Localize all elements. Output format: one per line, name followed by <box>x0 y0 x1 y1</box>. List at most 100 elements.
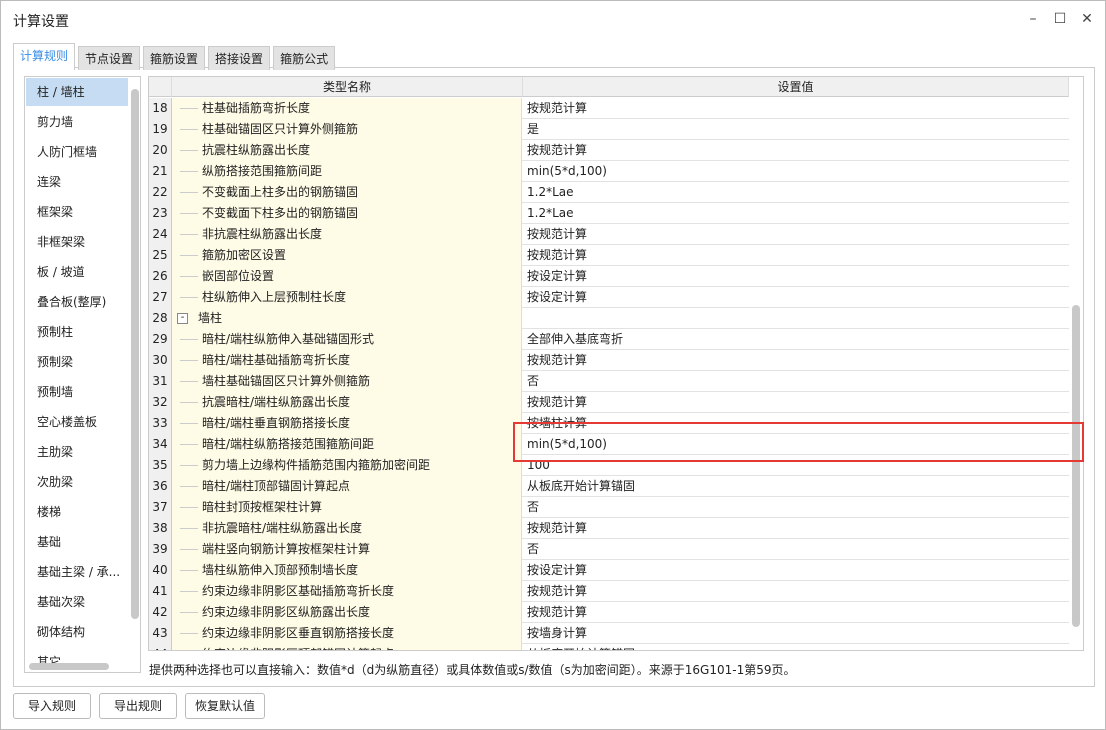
maximize-button[interactable]: ☐ <box>1048 7 1072 31</box>
setting-value-cell[interactable]: 按设定计算 <box>523 560 1069 581</box>
table-row[interactable]: 28 - 墙柱 <box>149 308 1069 329</box>
row-number: 36 <box>149 476 172 497</box>
row-number: 38 <box>149 518 172 539</box>
setting-value-cell[interactable] <box>523 308 1069 329</box>
setting-value-cell[interactable]: 按规范计算 <box>523 581 1069 602</box>
table-row[interactable]: 26 嵌固部位设置 按设定计算 <box>149 266 1069 287</box>
sidebar-item[interactable]: 空心楼盖板 <box>26 408 128 436</box>
type-name: 墙柱基础锚固区只计算外侧箍筋 <box>202 374 371 388</box>
list-horizontal-scrollbar[interactable] <box>29 663 109 670</box>
table-row[interactable]: 42 约束边缘非阴影区纵筋露出长度 按规范计算 <box>149 602 1069 623</box>
setting-value-cell[interactable]: 按墙身计算 <box>523 623 1069 644</box>
row-number: 22 <box>149 182 172 203</box>
table-row[interactable]: 24 非抗震柱纵筋露出长度 按规范计算 <box>149 224 1069 245</box>
sidebar-item[interactable]: 基础 <box>26 528 128 556</box>
table-row[interactable]: 37 暗柱封顶按框架柱计算 否 <box>149 497 1069 518</box>
setting-value-cell[interactable]: 按规范计算 <box>523 392 1069 413</box>
sidebar-item[interactable]: 人防门框墙 <box>26 138 128 166</box>
setting-value-cell[interactable]: 按规范计算 <box>523 350 1069 371</box>
sidebar-item[interactable]: 非框架梁 <box>26 228 128 256</box>
setting-value-cell[interactable]: 按规范计算 <box>523 518 1069 539</box>
list-vertical-scrollbar[interactable] <box>131 89 139 619</box>
restore-defaults-button[interactable]: 恢复默认值 <box>185 693 265 719</box>
setting-value-cell[interactable]: 按规范计算 <box>523 224 1069 245</box>
table-row[interactable]: 32 抗震暗柱/端柱纵筋露出长度 按规范计算 <box>149 392 1069 413</box>
setting-value-cell[interactable]: 按规范计算 <box>523 98 1069 119</box>
table-row[interactable]: 44 约束边缘非阴影区顶部锚固计算起点 从板底开始计算锚固 <box>149 644 1069 650</box>
row-number: 34 <box>149 434 172 455</box>
sidebar-item[interactable]: 楼梯 <box>26 498 128 526</box>
sidebar-item[interactable]: 板 / 坡道 <box>26 258 128 286</box>
type-name-cell: 暗柱/端柱基础插筋弯折长度 <box>172 350 522 371</box>
sidebar-item[interactable]: 预制梁 <box>26 348 128 376</box>
setting-value-cell[interactable]: 按规范计算 <box>523 602 1069 623</box>
minimize-button[interactable]: – <box>1021 7 1045 31</box>
row-number: 44 <box>149 644 172 650</box>
table-row[interactable]: 19 柱基础锚固区只计算外侧箍筋 是 <box>149 119 1069 140</box>
type-name-cell: 端柱竖向钢筋计算按框架柱计算 <box>172 539 522 560</box>
type-name-cell: 柱基础插筋弯折长度 <box>172 98 522 119</box>
setting-value-cell[interactable]: 按规范计算 <box>523 140 1069 161</box>
table-row[interactable]: 39 端柱竖向钢筋计算按框架柱计算 否 <box>149 539 1069 560</box>
table-row[interactable]: 40 墙柱纵筋伸入顶部预制墙长度 按设定计算 <box>149 560 1069 581</box>
setting-value-cell[interactable]: 从板底开始计算锚固 <box>523 644 1069 650</box>
type-name-cell: 抗震暗柱/端柱纵筋露出长度 <box>172 392 522 413</box>
row-number: 24 <box>149 224 172 245</box>
type-name: 墙柱 <box>198 311 223 325</box>
table-row[interactable]: 38 非抗震暗柱/端柱纵筋露出长度 按规范计算 <box>149 518 1069 539</box>
tab-4[interactable]: 箍筋公式 <box>273 46 336 70</box>
table-row[interactable]: 27 柱纵筋伸入上层预制柱长度 按设定计算 <box>149 287 1069 308</box>
table-row[interactable]: 23 不变截面下柱多出的钢筋锚固 1.2*Lae <box>149 203 1069 224</box>
import-rules-button[interactable]: 导入规则 <box>13 693 91 719</box>
table-row[interactable]: 29 暗柱/端柱纵筋伸入基础锚固形式 全部伸入基底弯折 <box>149 329 1069 350</box>
type-name-cell: 约束边缘非阴影区纵筋露出长度 <box>172 602 522 623</box>
type-name-cell: 暗柱/端柱垂直钢筋搭接长度 <box>172 413 522 434</box>
sidebar-item[interactable]: 预制墙 <box>26 378 128 406</box>
table-vertical-scrollbar[interactable] <box>1072 305 1080 627</box>
row-number: 29 <box>149 329 172 350</box>
sidebar-item[interactable]: 次肋梁 <box>26 468 128 496</box>
tab-0[interactable]: 计算规则 <box>13 43 76 70</box>
export-rules-button[interactable]: 导出规则 <box>99 693 177 719</box>
row-number: 35 <box>149 455 172 476</box>
tab-1[interactable]: 节点设置 <box>78 46 141 70</box>
setting-value-cell[interactable]: min(5*d,100) <box>523 161 1069 182</box>
setting-value-cell[interactable]: 按规范计算 <box>523 245 1069 266</box>
table-row[interactable]: 41 约束边缘非阴影区基础插筋弯折长度 按规范计算 <box>149 581 1069 602</box>
setting-value-cell[interactable]: 否 <box>523 497 1069 518</box>
setting-value-cell[interactable]: 按设定计算 <box>523 266 1069 287</box>
setting-value-cell[interactable]: 否 <box>523 371 1069 392</box>
table-row[interactable]: 22 不变截面上柱多出的钢筋锚固 1.2*Lae <box>149 182 1069 203</box>
table-row[interactable]: 21 纵筋搭接范围箍筋间距 min(5*d,100) <box>149 161 1069 182</box>
setting-value-cell[interactable]: 全部伸入基底弯折 <box>523 329 1069 350</box>
table-row[interactable]: 36 暗柱/端柱顶部锚固计算起点 从板底开始计算锚固 <box>149 476 1069 497</box>
table-row[interactable]: 30 暗柱/端柱基础插筋弯折长度 按规范计算 <box>149 350 1069 371</box>
type-name: 柱纵筋伸入上层预制柱长度 <box>202 290 347 304</box>
sidebar-item[interactable]: 柱 / 墙柱 <box>26 78 128 106</box>
sidebar-item[interactable]: 剪力墙 <box>26 108 128 136</box>
setting-value-cell[interactable]: 是 <box>523 119 1069 140</box>
type-name: 暗柱/端柱纵筋搭接范围箍筋间距 <box>202 437 375 451</box>
sidebar-item[interactable]: 预制柱 <box>26 318 128 346</box>
setting-value-cell[interactable]: 1.2*Lae <box>523 203 1069 224</box>
setting-value-cell[interactable]: 否 <box>523 539 1069 560</box>
tab-3[interactable]: 搭接设置 <box>208 46 271 70</box>
close-button[interactable]: ✕ <box>1075 7 1099 31</box>
setting-value-cell[interactable]: 按设定计算 <box>523 287 1069 308</box>
table-row[interactable]: 18 柱基础插筋弯折长度 按规范计算 <box>149 98 1069 119</box>
sidebar-item[interactable]: 砌体结构 <box>26 618 128 646</box>
table-row[interactable]: 31 墙柱基础锚固区只计算外侧箍筋 否 <box>149 371 1069 392</box>
table-row[interactable]: 20 抗震柱纵筋露出长度 按规范计算 <box>149 140 1069 161</box>
tab-2[interactable]: 箍筋设置 <box>143 46 206 70</box>
table-row[interactable]: 25 箍筋加密区设置 按规范计算 <box>149 245 1069 266</box>
sidebar-item[interactable]: 叠合板(整厚) <box>26 288 128 316</box>
sidebar-item[interactable]: 连梁 <box>26 168 128 196</box>
setting-value-cell[interactable]: 1.2*Lae <box>523 182 1069 203</box>
sidebar-item[interactable]: 基础次梁 <box>26 588 128 616</box>
sidebar-item[interactable]: 主肋梁 <box>26 438 128 466</box>
table-row[interactable]: 43 约束边缘非阴影区垂直钢筋搭接长度 按墙身计算 <box>149 623 1069 644</box>
sidebar-item[interactable]: 基础主梁 / 承... <box>26 558 128 586</box>
collapse-icon[interactable]: - <box>177 313 188 324</box>
sidebar-item[interactable]: 框架梁 <box>26 198 128 226</box>
setting-value-cell[interactable]: 从板底开始计算锚固 <box>523 476 1069 497</box>
